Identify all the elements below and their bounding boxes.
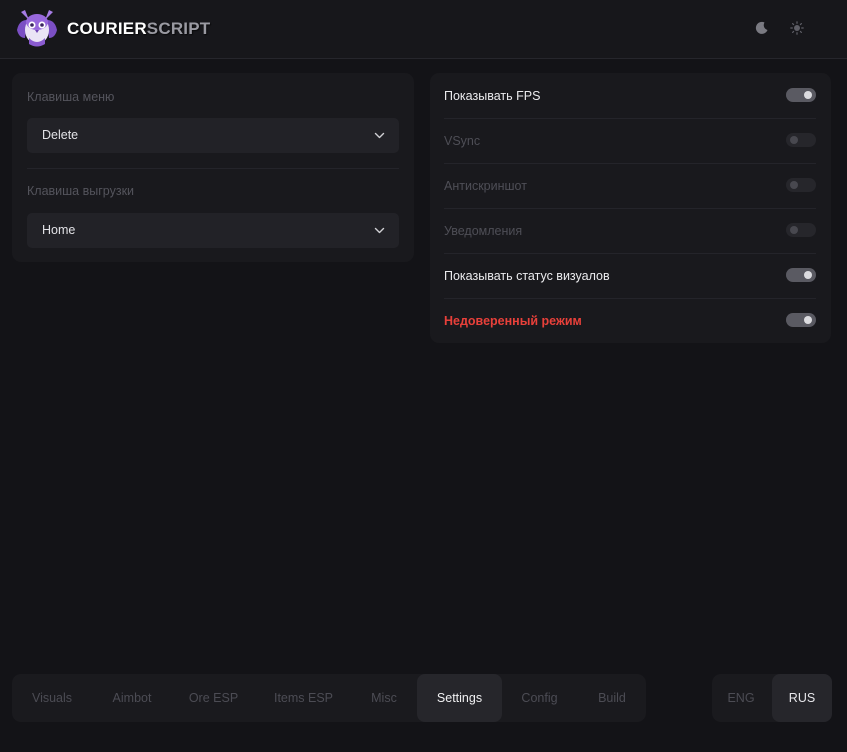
sun-icon [790,21,804,35]
option-vsync: VSync [444,118,816,163]
chevron-down-icon [374,132,385,139]
divider [27,168,399,169]
keybind-panel: Клавиша меню Delete Клавиша выгрузки Hom… [12,73,414,262]
menu-key-label: Клавиша меню [27,90,115,104]
tab-misc[interactable]: Misc [352,674,416,722]
options-panel: Показывать FPS VSync Антискриншот Уведом… [430,73,831,343]
dark-theme-button[interactable] [752,18,772,38]
toggle-knob [804,316,812,324]
chevron-down-icon [374,227,385,234]
option-show-fps: Показывать FPS [444,73,816,118]
tab-items-esp[interactable]: Items ESP [255,674,352,722]
logo-owl-icon [15,8,59,50]
show-fps-toggle[interactable] [786,88,816,102]
brand-name: COURIERSCRIPT [67,19,210,39]
toggle-knob [790,181,798,189]
option-show-visuals-status: Показывать статус визуалов [444,253,816,298]
unload-key-select[interactable]: Home [27,213,399,248]
unload-key-label: Клавиша выгрузки [27,184,135,198]
option-label: VSync [444,134,481,148]
option-label: Уведомления [444,224,523,238]
toggle-knob [804,91,812,99]
untrusted-mode-toggle[interactable] [786,313,816,327]
tab-build[interactable]: Build [577,674,647,722]
brand-name-primary: COURIER [67,19,147,38]
show-visuals-status-toggle[interactable] [786,268,816,282]
menu-key-select[interactable]: Delete [27,118,399,153]
header: COURIERSCRIPT [0,0,847,59]
toggle-knob [790,136,798,144]
tab-ore-esp[interactable]: Ore ESP [172,674,255,722]
option-untrusted-mode: Недоверенный режим [444,298,816,343]
toggle-knob [790,226,798,234]
app-window: COURIERSCRIPT Клавиша меню Delete Клавиш… [0,0,847,752]
language-rus-button[interactable]: RUS [772,674,832,722]
option-antiscreenshot: Антискриншот [444,163,816,208]
toggle-knob [804,271,812,279]
menu-key-value: Delete [42,128,79,142]
option-notifications: Уведомления [444,208,816,253]
notifications-toggle[interactable] [786,223,816,237]
option-label: Показывать статус визуалов [444,269,610,283]
tab-visuals[interactable]: Visuals [12,674,92,722]
option-label: Недоверенный режим [444,314,582,328]
option-label: Антискриншот [444,179,527,193]
vsync-toggle[interactable] [786,133,816,147]
antiscreenshot-toggle[interactable] [786,178,816,192]
tab-bar: Visuals Aimbot Ore ESP Items ESP Misc Se… [12,674,646,722]
language-eng-button[interactable]: ENG [712,674,770,722]
tab-settings[interactable]: Settings [417,674,502,722]
tab-config[interactable]: Config [502,674,577,722]
brand-name-secondary: SCRIPT [146,19,211,38]
option-label: Показывать FPS [444,89,541,103]
moon-icon [755,21,768,34]
unload-key-value: Home [42,223,76,237]
language-switcher: ENG RUS [712,674,832,722]
tab-aimbot[interactable]: Aimbot [92,674,172,722]
light-theme-button[interactable] [787,18,807,38]
